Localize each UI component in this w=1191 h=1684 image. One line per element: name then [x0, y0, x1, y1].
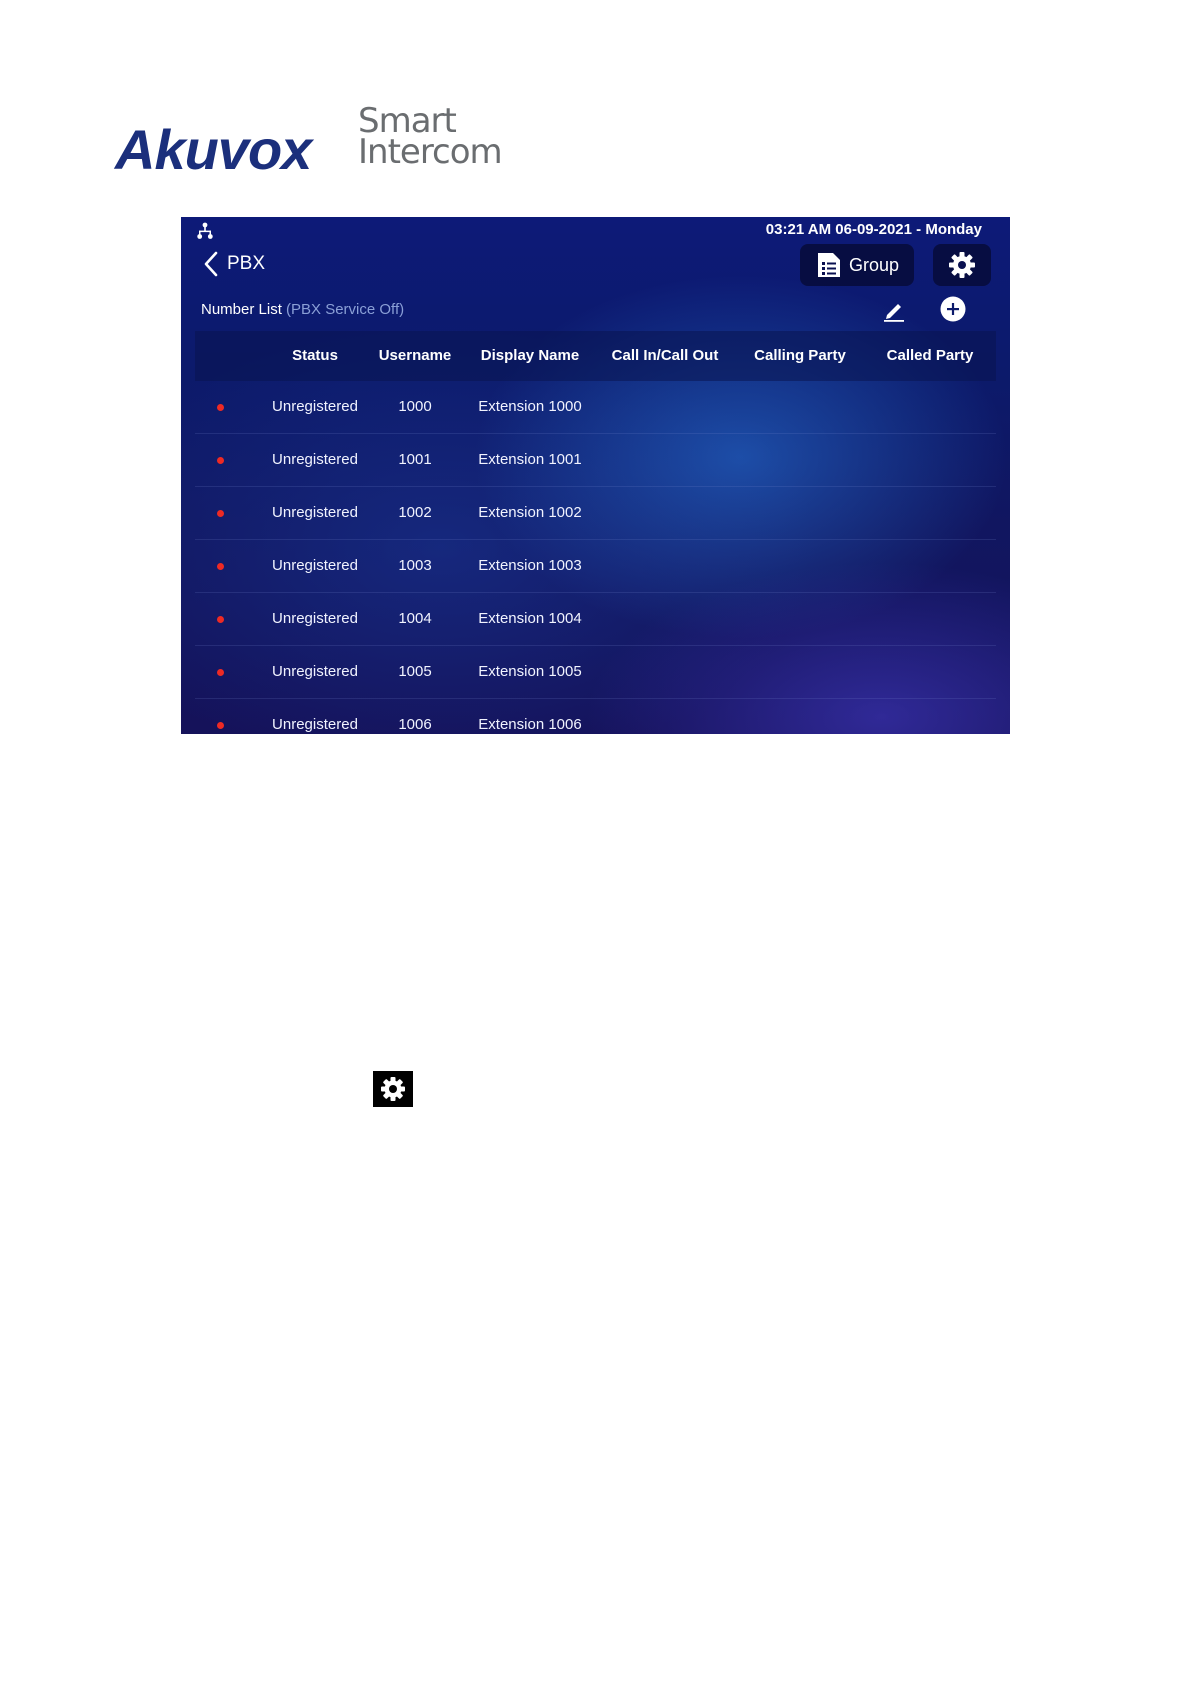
row-display-name: Extension 1000: [478, 398, 582, 415]
row-display-name: Extension 1001: [478, 451, 582, 468]
column-header-call-in-out[interactable]: Call In/Call Out: [590, 331, 740, 381]
row-username: 1004: [398, 610, 432, 627]
standalone-gear-icon: [373, 1071, 413, 1107]
pbx-service-status: (PBX Service Off): [286, 301, 405, 318]
add-circle-icon[interactable]: [939, 295, 967, 323]
row-username: 1002: [398, 504, 432, 521]
row-display-name: Extension 1004: [478, 610, 582, 627]
row-display-name: Extension 1002: [478, 504, 582, 521]
group-button[interactable]: Group: [800, 244, 914, 286]
logo-tagline-line2: Intercom: [358, 132, 503, 172]
row-username: 1000: [398, 398, 432, 415]
column-header-display-name[interactable]: Display Name: [460, 331, 600, 381]
table-row[interactable]: Unregistered 1003 Extension 1003: [195, 540, 996, 593]
column-header-called-party[interactable]: Called Party: [860, 331, 1000, 381]
column-header-calling-party[interactable]: Calling Party: [730, 331, 870, 381]
logo-brand: Akuvox: [115, 118, 312, 181]
row-username: 1005: [398, 663, 432, 680]
number-list-label: Number List: [201, 301, 282, 318]
status-datetime: 03:21 AM 06-09-2021 - Monday: [765, 221, 982, 238]
number-list-title: Number List (PBX Service Off): [201, 301, 404, 318]
table-header: Status Username Display Name Call In/Cal…: [195, 331, 996, 381]
extension-list: Unregistered 1000 Extension 1000 Unregis…: [195, 381, 996, 734]
row-username: 1001: [398, 451, 432, 468]
row-display-name: Extension 1003: [478, 557, 582, 574]
table-row[interactable]: Unregistered 1004 Extension 1004: [195, 593, 996, 646]
group-list-icon: [817, 253, 840, 277]
table-row[interactable]: Unregistered 1000 Extension 1000: [195, 381, 996, 434]
settings-button[interactable]: [933, 244, 991, 286]
status-dot: [217, 563, 224, 570]
group-label: Group: [848, 254, 900, 275]
back-button[interactable]: PBX: [201, 247, 265, 281]
status-dot: [217, 669, 224, 676]
table-row[interactable]: Unregistered 1005 Extension 1005: [195, 646, 996, 699]
status-dot: [217, 722, 224, 729]
gear-icon: [381, 1077, 405, 1101]
row-display-name: Extension 1006: [478, 716, 582, 733]
column-header-username[interactable]: Username: [355, 331, 475, 381]
status-dot: [217, 457, 224, 464]
row-username: 1003: [398, 557, 432, 574]
edit-pencil-icon[interactable]: [881, 297, 907, 323]
status-dot: [217, 404, 224, 411]
logo-tagline: Smart Intercom: [358, 104, 503, 172]
table-row[interactable]: Unregistered 1002 Extension 1002: [195, 487, 996, 540]
row-username: 1006: [398, 716, 432, 733]
status-dot: [217, 616, 224, 623]
table-row[interactable]: Unregistered 1006 Extension 1006: [195, 699, 996, 734]
network-icon: [197, 222, 213, 239]
page-title: PBX: [227, 253, 266, 274]
chevron-left-icon: [204, 251, 218, 277]
row-display-name: Extension 1005: [478, 663, 582, 680]
status-dot: [217, 510, 224, 517]
gear-icon: [949, 252, 975, 278]
table-row[interactable]: Unregistered 1001 Extension 1001: [195, 434, 996, 487]
pbx-screen: 03:21 AM 06-09-2021 - Monday PBX Group N…: [181, 217, 1010, 734]
